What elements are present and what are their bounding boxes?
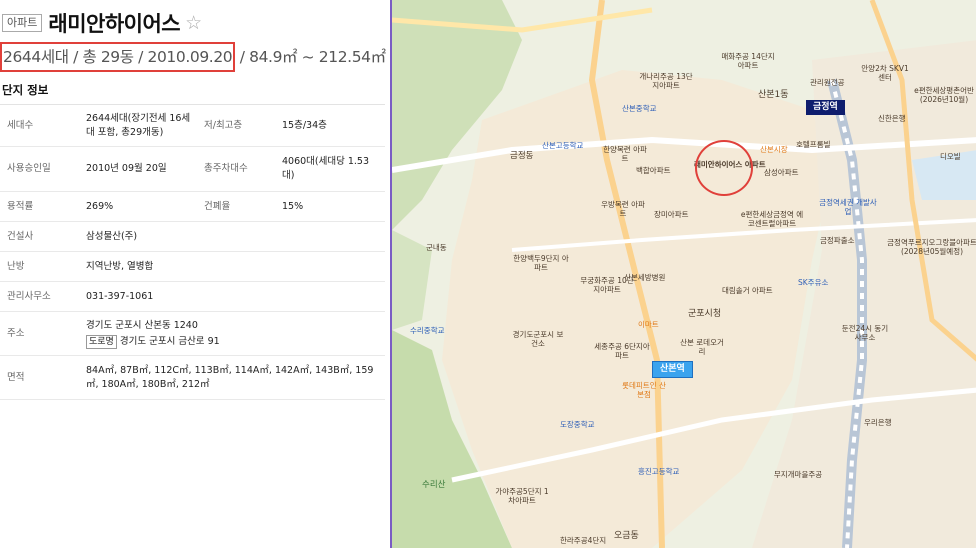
map-label-diovil[interactable]: 디오빌 — [940, 152, 961, 161]
bcr-label: 건폐율 — [204, 200, 231, 212]
parking-value: 4060대(세대당 1.53대) — [282, 156, 370, 181]
far-label: 용적률 — [7, 200, 34, 212]
map-label-dunjeon[interactable]: 둔전24시 동기사무소 — [840, 324, 890, 342]
map-label-lotte-fitin[interactable]: 롯데피트인 산본점 — [620, 381, 668, 399]
households-value: 2644세대(장기전세 16세대 포함, 총29개동) — [86, 112, 191, 138]
map-label-ogeumdong: 오금동 — [614, 531, 639, 541]
map-label-samsung[interactable]: 삼성아파트 — [764, 168, 799, 177]
map-label-gunpo-cityhall[interactable]: 군포시청 — [688, 310, 721, 319]
address-value: 경기도 군포시 산본동 1240 도로명 경기도 군포시 금산로 91 — [86, 312, 382, 355]
map-label-hotel-prom[interactable]: 호텔프롬빌 — [796, 140, 831, 149]
section-title: 단지 정보 — [2, 83, 49, 97]
map-label-heungjin-high[interactable]: 흥진고등학교 — [638, 467, 679, 476]
favorite-star-icon[interactable]: ☆ — [185, 12, 202, 34]
households-label: 세대수 — [7, 119, 34, 131]
office-phone[interactable]: 031-397-1061 — [86, 282, 382, 311]
map-label-sebang-hospital[interactable]: 산본세방병원 — [624, 273, 665, 282]
map-label-mujigae[interactable]: 무지개마을주공 — [770, 470, 826, 479]
address-lot: 경기도 군포시 산본동 1240 — [86, 319, 198, 331]
map-label-dojang-middle[interactable]: 도장중학교 — [560, 420, 595, 429]
complex-info-panel: 아파트 래미안하이어스 ☆ 2644세대 / 총 29동 / 2010.09.2… — [0, 0, 390, 548]
approval-value: 2010년 09월 20일 — [86, 163, 167, 174]
heating-label: 난방 — [7, 260, 25, 272]
table-row: 관리사무소 031-397-1061 — [0, 282, 385, 312]
map-label-surisan: 수리산 — [422, 480, 446, 490]
map-label-gaya[interactable]: 가야주공5단지 1차아파트 — [492, 487, 552, 505]
table-row: 건설사 삼성물산(주) — [0, 222, 385, 252]
area-value: 84A㎡, 87B㎡, 112C㎡, 113B㎡, 114A㎡, 142A㎡, … — [86, 364, 374, 390]
map-label-sanbon-high[interactable]: 산본고등학교 — [542, 141, 583, 150]
target-highlight-circle — [695, 140, 753, 196]
table-row: 면적 84A㎡, 87B㎡, 112C㎡, 113B㎡, 114A㎡, 142A… — [0, 356, 385, 400]
map-label-maehwa[interactable]: 매화주공 14단지아파트 — [720, 52, 776, 70]
builder-value: 삼성물산(주) — [86, 230, 138, 242]
map-label-geumjeong-police[interactable]: 금정파출소 — [820, 236, 855, 245]
floors-value: 15층/34층 — [282, 119, 327, 131]
map-label-health-center[interactable]: 경기도군포시 보건소 — [510, 330, 566, 348]
builder-label: 건설사 — [7, 230, 34, 242]
map-label-baekhap[interactable]: 백합아파트 — [636, 166, 671, 175]
map-label-emart[interactable]: 이마트 — [638, 320, 659, 329]
map-label-hanyang[interactable]: 한양목련 아파트 — [600, 145, 650, 163]
table-row: 사용승인일 2010년 09월 20일 총주차대수 4060대(세대당 1.53… — [0, 147, 385, 192]
type-badge: 아파트 — [2, 14, 43, 32]
map-label-anyang-skv1[interactable]: 안양2차 SKV1센터 — [860, 64, 910, 82]
page-title: 래미안하이어스 — [48, 12, 181, 36]
map-label-hanyang-baekdu[interactable]: 한양백두9단지 아파트 — [512, 254, 570, 272]
map-label-ecocentral[interactable]: e편한세상금정역 에코센트럴아파트 — [738, 210, 806, 228]
info-table: 세대수 2644세대(장기전세 16세대 포함, 총29개동) 저/최고층 15… — [0, 104, 385, 400]
map-label-gwanriwon: 관리원전공 — [810, 78, 845, 87]
far-value: 269% — [86, 200, 114, 212]
address-road: 경기도 군포시 금산로 91 — [119, 335, 220, 347]
map-label-daerim-solgeo[interactable]: 대림솔거 아파트 — [722, 286, 773, 295]
heating-value: 지역난방, 열병합 — [86, 260, 154, 272]
table-row: 난방 지역난방, 열병합 — [0, 252, 385, 282]
table-row: 용적률 269% 건폐율 15% — [0, 192, 385, 222]
map-label-suri-middle[interactable]: 수리중학교 — [410, 326, 445, 335]
map-label-halla[interactable]: 한라주공4단지 — [560, 536, 606, 545]
map-label-sanbon-middle[interactable]: 산본중학교 — [622, 104, 657, 113]
parking-label: 총주차대수 — [204, 163, 248, 174]
station-geumjeong[interactable]: 금정역 — [806, 100, 845, 115]
approval-label: 사용승인일 — [7, 163, 51, 174]
station-sanbon[interactable]: 산본역 — [652, 361, 693, 378]
title-row: 아파트 래미안하이어스 ☆ — [2, 8, 202, 38]
area-label: 면적 — [7, 371, 25, 383]
summary-highlight: 2644세대 / 총 29동 / 2010.09.20 — [0, 42, 236, 72]
bcr-value: 15% — [282, 200, 304, 212]
map-label-pyeongchon-urban[interactable]: e편한세상평촌어반 (2026년10월) — [910, 86, 976, 104]
map-view[interactable]: 래미안하이어스 아파트 산본1동 금정동 군내동 산본고등학교 산본중학교 한양… — [390, 0, 976, 548]
map-label-ubang[interactable]: 우방목련 아파트 — [600, 200, 646, 218]
map-label-sanbon1dong: 산본1동 — [758, 90, 789, 100]
map-label-sejong[interactable]: 세종주공 6단지아파트 — [592, 342, 652, 360]
road-address-tag: 도로명 — [86, 334, 117, 349]
office-label: 관리사무소 — [7, 290, 51, 302]
map-label-rodeo: 산본 로데오거리 — [680, 338, 724, 356]
table-row: 세대수 2644세대(장기전세 16세대 포함, 총29개동) 저/최고층 15… — [0, 105, 385, 147]
address-road-line: 도로명 경기도 군포시 금산로 91 — [86, 334, 220, 349]
table-row: 주소 경기도 군포시 산본동 1240 도로명 경기도 군포시 금산로 91 — [0, 312, 385, 356]
map-label-dev-project: 금정역세권 개발사업 — [819, 198, 877, 216]
summary-row: 2644세대 / 총 29동 / 2010.09.20 / 84.9㎡ ~ 21… — [0, 42, 390, 72]
map-label-sanbon-market[interactable]: 산본시장 — [760, 145, 788, 154]
map-label-geumjeong: 금정동 — [510, 151, 534, 161]
map-label-jangmi[interactable]: 장미아파트 — [654, 210, 689, 219]
floors-label: 저/최고층 — [204, 119, 243, 131]
map-label-prugio[interactable]: 금정역푸르지오그랑블아파트 (2028년05월예정) — [886, 238, 976, 256]
map-label-woori-bank[interactable]: 우리은행 — [864, 418, 892, 427]
map-label-gaenari[interactable]: 개나리주공 13단지아파트 — [638, 72, 694, 90]
map-label-sk-gas[interactable]: SK주유소 — [798, 278, 828, 287]
map-label-shinhan[interactable]: 신한은행 — [878, 114, 906, 123]
address-label: 주소 — [7, 327, 25, 339]
summary-area: / 84.9㎡ ~ 212.54㎡ — [235, 48, 386, 66]
map-label-gunnaedong: 군내동 — [426, 243, 447, 252]
